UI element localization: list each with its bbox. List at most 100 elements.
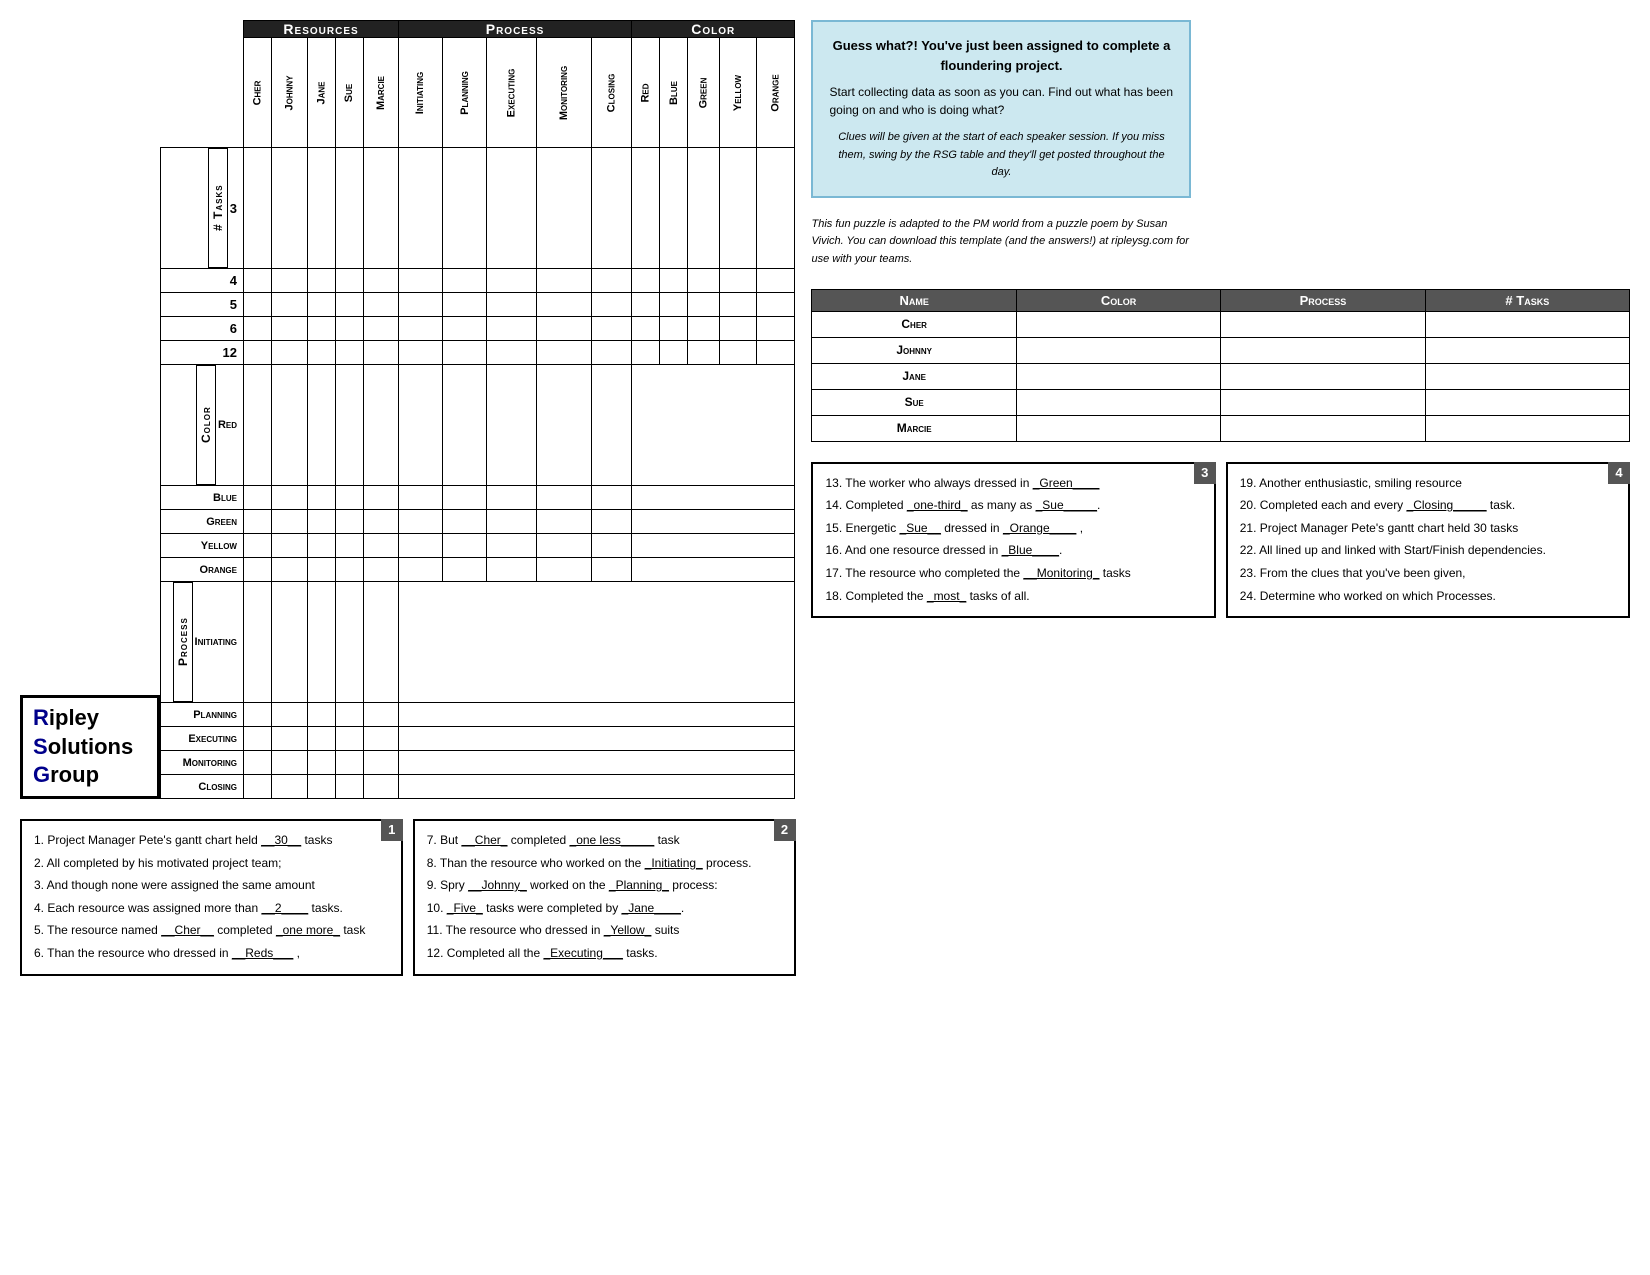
cell-tasks4-blue[interactable] [660,269,688,293]
cell-colblue-init[interactable] [399,486,442,510]
cell-tasks3-cher[interactable] [244,148,272,269]
cell-procexec-marcie[interactable] [364,727,399,751]
answer-tasks-cher[interactable] [1425,311,1629,337]
cell-colgreen-init[interactable] [399,510,442,534]
cell-tasks4-cher[interactable] [244,269,272,293]
cell-tasks3-plan[interactable] [442,148,487,269]
cell-colred-sue[interactable] [336,365,364,486]
cell-tasks3-mon[interactable] [537,148,592,269]
cell-tasks5-sue[interactable] [336,293,364,317]
cell-tasks3-jane[interactable] [308,148,336,269]
cell-tasks5-close[interactable] [592,293,632,317]
cell-colred-mon[interactable] [537,365,592,486]
cell-tasks12-exec[interactable] [487,341,537,365]
answer-color-sue[interactable] [1016,389,1220,415]
cell-tasks6-red[interactable] [632,317,660,341]
cell-colorange-exec[interactable] [487,558,537,582]
cell-colgreen-jane[interactable] [308,510,336,534]
cell-tasks5-green[interactable] [688,293,720,317]
cell-tasks12-green[interactable] [688,341,720,365]
answer-process-sue[interactable] [1221,389,1425,415]
cell-colyellow-plan[interactable] [442,534,487,558]
answer-color-jane[interactable] [1016,363,1220,389]
cell-tasks4-exec[interactable] [487,269,537,293]
cell-tasks4-close[interactable] [592,269,632,293]
cell-colblue-exec[interactable] [487,486,537,510]
cell-procexec-sue[interactable] [336,727,364,751]
cell-tasks4-green[interactable] [688,269,720,293]
answer-process-marcie[interactable] [1221,415,1425,441]
cell-tasks6-close[interactable] [592,317,632,341]
cell-tasks12-init[interactable] [399,341,442,365]
cell-tasks6-mon[interactable] [537,317,592,341]
cell-tasks4-plan[interactable] [442,269,487,293]
cell-procinit-johnny[interactable] [272,582,308,703]
cell-tasks4-init[interactable] [399,269,442,293]
cell-tasks3-johnny[interactable] [272,148,308,269]
cell-colred-cher[interactable] [244,365,272,486]
cell-procplan-sue[interactable] [336,703,364,727]
cell-tasks6-green[interactable] [688,317,720,341]
cell-tasks3-green[interactable] [688,148,720,269]
cell-colblue-close[interactable] [592,486,632,510]
cell-tasks5-mon[interactable] [537,293,592,317]
cell-colorange-johnny[interactable] [272,558,308,582]
cell-tasks3-orange[interactable] [757,148,795,269]
cell-tasks3-init[interactable] [399,148,442,269]
cell-tasks4-orange[interactable] [757,269,795,293]
cell-colyellow-jane[interactable] [308,534,336,558]
cell-procplan-johnny[interactable] [272,703,308,727]
cell-tasks4-jane[interactable] [308,269,336,293]
cell-colblue-jane[interactable] [308,486,336,510]
cell-colorange-mon[interactable] [537,558,592,582]
cell-procexec-johnny[interactable] [272,727,308,751]
cell-colyellow-johnny[interactable] [272,534,308,558]
answer-process-jane[interactable] [1221,363,1425,389]
cell-colred-johnny[interactable] [272,365,308,486]
answer-tasks-marcie[interactable] [1425,415,1629,441]
cell-colorange-plan[interactable] [442,558,487,582]
cell-tasks3-marcie[interactable] [364,148,399,269]
cell-colblue-plan[interactable] [442,486,487,510]
cell-tasks4-mon[interactable] [537,269,592,293]
answer-color-cher[interactable] [1016,311,1220,337]
cell-tasks4-red[interactable] [632,269,660,293]
cell-colorange-jane[interactable] [308,558,336,582]
cell-colorange-init[interactable] [399,558,442,582]
cell-procplan-jane[interactable] [308,703,336,727]
cell-procinit-sue[interactable] [336,582,364,703]
cell-colorange-close[interactable] [592,558,632,582]
cell-colgreen-exec[interactable] [487,510,537,534]
cell-tasks3-sue[interactable] [336,148,364,269]
cell-tasks6-jane[interactable] [308,317,336,341]
cell-tasks6-init[interactable] [399,317,442,341]
cell-procmon-sue[interactable] [336,751,364,775]
cell-procexec-jane[interactable] [308,727,336,751]
cell-colred-marcie[interactable] [364,365,399,486]
cell-procclose-sue[interactable] [336,775,364,799]
cell-colblue-marcie[interactable] [364,486,399,510]
cell-tasks12-plan[interactable] [442,341,487,365]
cell-procmon-marcie[interactable] [364,751,399,775]
cell-procplan-marcie[interactable] [364,703,399,727]
cell-tasks6-orange[interactable] [757,317,795,341]
cell-tasks12-sue[interactable] [336,341,364,365]
cell-tasks12-blue[interactable] [660,341,688,365]
cell-colblue-mon[interactable] [537,486,592,510]
cell-colyellow-cher[interactable] [244,534,272,558]
cell-tasks5-yellow[interactable] [719,293,756,317]
cell-colgreen-marcie[interactable] [364,510,399,534]
cell-procinit-jane[interactable] [308,582,336,703]
cell-tasks6-marcie[interactable] [364,317,399,341]
cell-procclose-jane[interactable] [308,775,336,799]
cell-tasks6-blue[interactable] [660,317,688,341]
answer-tasks-johnny[interactable] [1425,337,1629,363]
cell-procplan-cher[interactable] [244,703,272,727]
cell-procclose-marcie[interactable] [364,775,399,799]
cell-tasks3-red[interactable] [632,148,660,269]
cell-tasks3-close[interactable] [592,148,632,269]
cell-tasks12-jane[interactable] [308,341,336,365]
cell-tasks12-mon[interactable] [537,341,592,365]
cell-colgreen-mon[interactable] [537,510,592,534]
answer-tasks-sue[interactable] [1425,389,1629,415]
